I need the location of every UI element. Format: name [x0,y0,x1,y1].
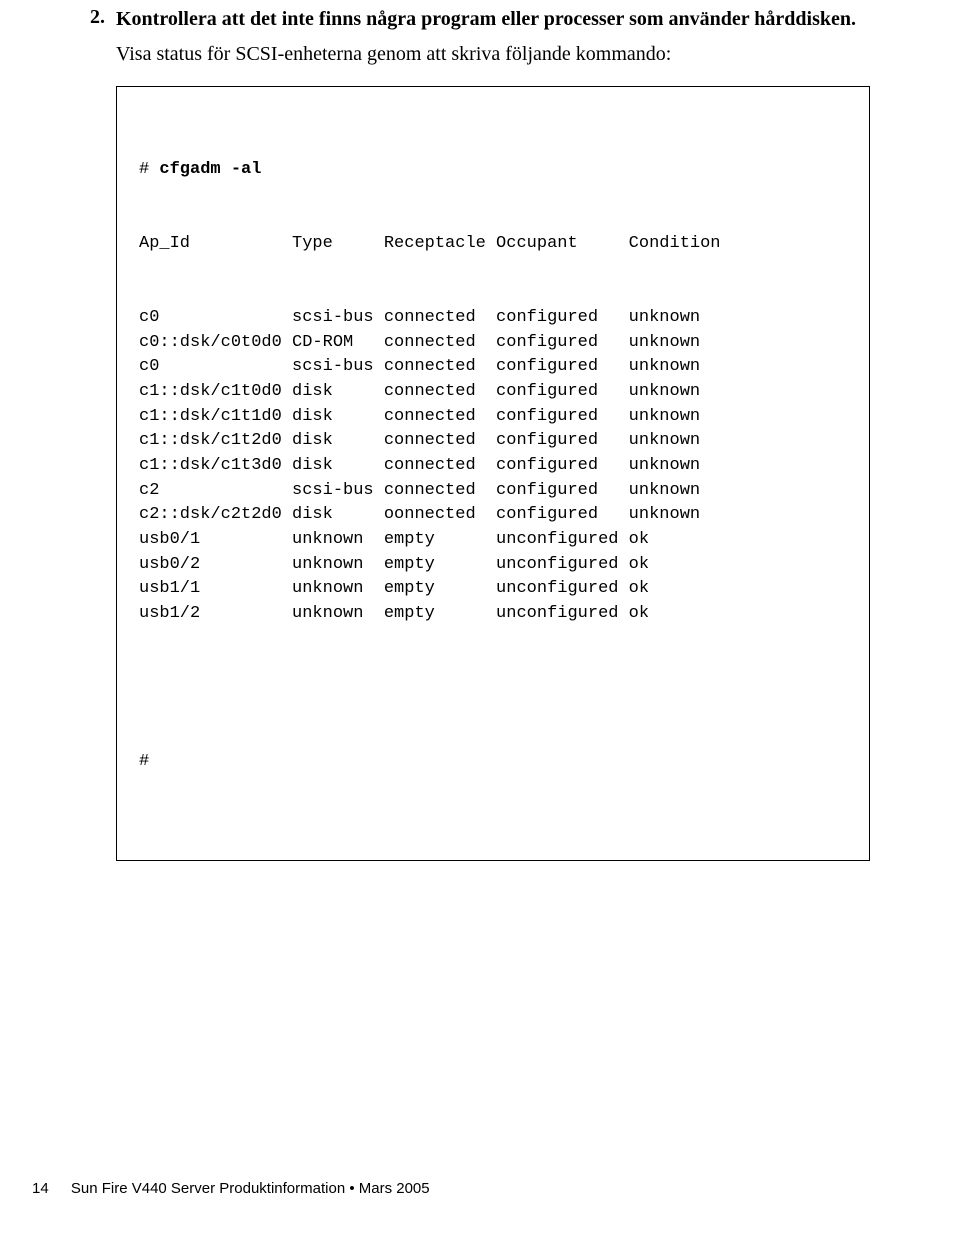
code-row: c2::dsk/c2t2d0 disk oonnected configured… [139,503,847,528]
code-listing: # cfgadm -al Ap_Id Type Receptacle Occup… [116,86,870,861]
code-row: usb1/1 unknown empty unconfigured ok [139,577,847,602]
shell-command: cfgadm -al [159,160,261,179]
footer-page-number: 14 [32,1180,49,1197]
code-row: c1::dsk/c1t1d0 disk connected configured… [139,405,847,430]
code-row: c2 scsi-bus connected configured unknown [139,479,847,504]
code-row: c0 scsi-bus connected configured unknown [139,355,847,380]
page-footer: 14 Sun Fire V440 Server Produktinformati… [32,1180,430,1197]
code-row: c0 scsi-bus connected configured unknown [139,306,847,331]
step-item: 2. Kontrollera att det inte finns några … [90,6,870,33]
footer-text: Sun Fire V440 Server Produktinformation … [71,1180,430,1197]
code-row: c0::dsk/c0t0d0 CD-ROM connected configur… [139,331,847,356]
code-blank-line [139,676,847,701]
step-text: Kontrollera att det inte finns några pro… [116,6,856,33]
step-number: 2. [90,6,116,33]
step-subtext: Visa status för SCSI-enheterna genom att… [116,41,870,68]
shell-prompt-trailing: # [139,750,847,775]
code-row: usb0/2 unknown empty unconfigured ok [139,553,847,578]
code-row: c1::dsk/c1t2d0 disk connected configured… [139,429,847,454]
code-command-line: # cfgadm -al [139,158,847,183]
code-header-row: Ap_Id Type Receptacle Occupant Condition [139,232,847,257]
code-row: c1::dsk/c1t3d0 disk connected configured… [139,454,847,479]
code-row: usb0/1 unknown empty unconfigured ok [139,528,847,553]
code-row: usb1/2 unknown empty unconfigured ok [139,602,847,627]
shell-prompt: # [139,160,159,179]
code-row: c1::dsk/c1t0d0 disk connected configured… [139,380,847,405]
